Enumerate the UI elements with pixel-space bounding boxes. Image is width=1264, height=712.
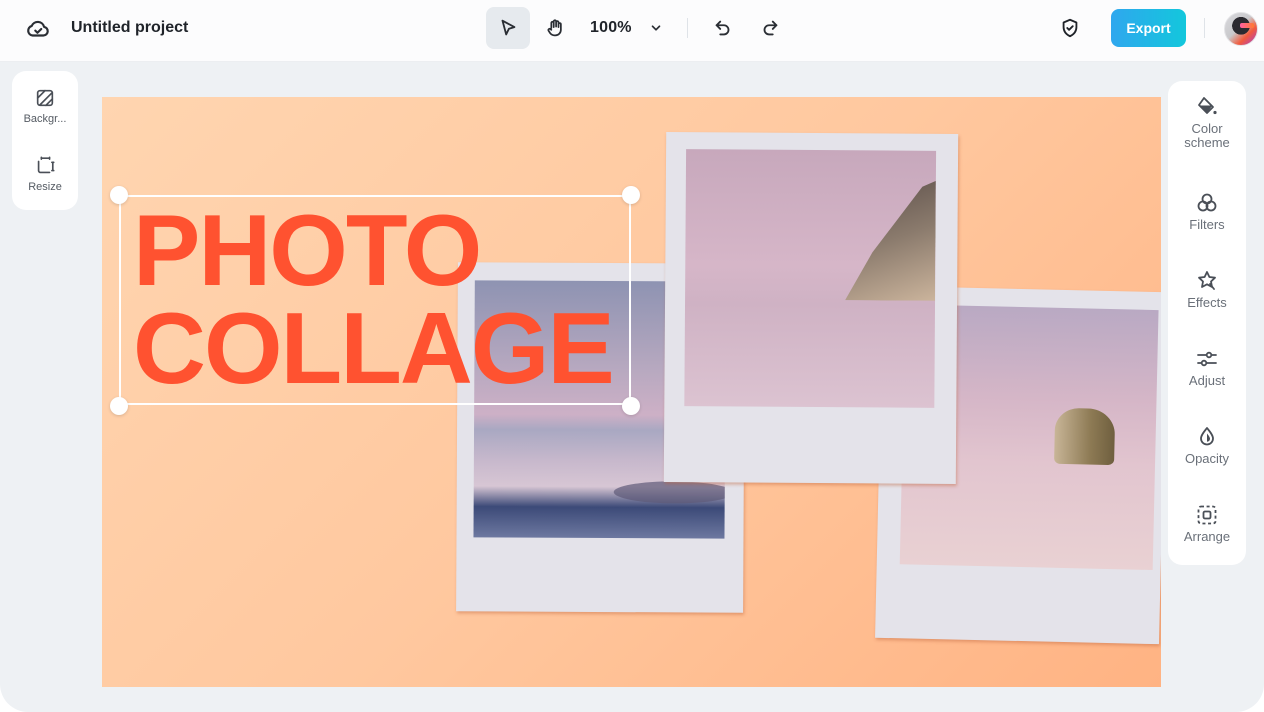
panel-item-label: Filters	[1189, 217, 1225, 232]
panel-item-label: Adjust	[1188, 373, 1226, 388]
sparkle-star-icon	[1198, 271, 1216, 290]
panel-item-resize[interactable]: Resize	[12, 155, 78, 194]
sliders-icon	[1197, 351, 1217, 367]
header-divider	[1204, 18, 1205, 38]
paint-bucket-icon	[1198, 97, 1217, 115]
cursor-pointer-icon	[501, 19, 516, 36]
select-tool-button[interactable]	[486, 7, 530, 49]
left-tool-panel: Backgr... Resize	[12, 71, 78, 210]
redo-button[interactable]	[748, 7, 792, 49]
shield-check-icon	[1062, 18, 1078, 38]
panel-item-label: Arrange	[1183, 529, 1231, 544]
panel-item-label: Effects	[1187, 295, 1227, 310]
resize-handle-bottom-right[interactable]	[622, 397, 640, 415]
panel-item-background[interactable]: Backgr...	[12, 87, 78, 126]
polaroid-photo-cliff[interactable]	[663, 131, 959, 485]
toolbar-divider	[687, 18, 688, 38]
design-canvas[interactable]: PHOTO COLLAGE	[102, 97, 1161, 687]
panel-item-arrange[interactable]: Arrange	[1168, 503, 1246, 544]
panel-item-filters[interactable]: Filters	[1168, 191, 1246, 232]
security-button[interactable]	[1048, 7, 1092, 49]
export-button[interactable]: Export	[1111, 9, 1186, 47]
project-title[interactable]: Untitled project	[71, 19, 188, 37]
undo-button[interactable]	[701, 7, 745, 49]
top-bar: Untitled project 100% Export	[0, 0, 1264, 62]
panel-item-label: Opacity	[1184, 451, 1230, 466]
resize-icon	[37, 156, 55, 174]
resize-handle-top-right[interactable]	[622, 186, 640, 204]
panel-item-opacity[interactable]: Opacity	[1168, 425, 1246, 466]
droplet-icon	[1200, 427, 1214, 446]
panel-item-effects[interactable]: Effects	[1168, 269, 1246, 310]
chevron-down-icon	[651, 25, 661, 31]
resize-handle-bottom-left[interactable]	[110, 397, 128, 415]
right-tool-panel: Color scheme Filters Effects Adjust Opac…	[1168, 81, 1246, 565]
pan-tool-button[interactable]	[533, 7, 577, 49]
background-icon	[36, 89, 54, 107]
zoom-dropdown-button[interactable]	[644, 16, 668, 40]
resize-handle-top-left[interactable]	[110, 186, 128, 204]
filters-icon	[1197, 193, 1217, 212]
cloud-check-icon[interactable]	[25, 16, 51, 42]
zoom-level[interactable]: 100%	[590, 19, 632, 37]
panel-item-label: Resize	[28, 181, 62, 193]
panel-item-color-scheme[interactable]: Color scheme	[1168, 95, 1246, 150]
redo-icon	[763, 20, 778, 36]
panel-item-adjust[interactable]: Adjust	[1168, 347, 1246, 388]
selection-box	[119, 195, 631, 405]
editor-app: Untitled project 100% Export Backgr... R…	[0, 0, 1264, 712]
panel-item-label: Backgr...	[23, 113, 67, 125]
user-avatar[interactable]	[1224, 12, 1258, 46]
panel-item-label: Color scheme	[1184, 121, 1230, 150]
arrange-icon	[1197, 505, 1217, 525]
hand-icon	[547, 19, 562, 37]
undo-icon	[715, 20, 730, 36]
